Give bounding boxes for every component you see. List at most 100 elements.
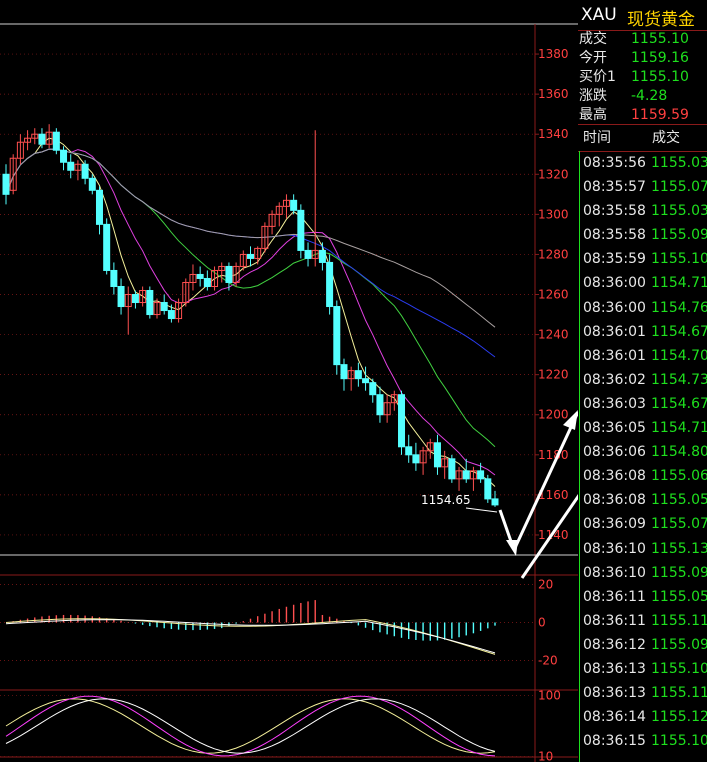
price-chart: 1380 1360 1340 1320 1300 1280 1260 1240 1220 1200…	[0, 23, 578, 762]
tick-row: 08:36:02 1154.73	[578, 368, 707, 392]
candle	[398, 394, 406, 448]
tick-time: 08:36:01	[583, 347, 646, 364]
candle	[304, 249, 312, 259]
tick-row: 08:36:13 1155.11	[578, 681, 707, 705]
ticks-header: 时间 成交	[578, 124, 707, 152]
tick-time: 08:36:10	[583, 564, 646, 581]
tick-row: 08:35:58 1155.03	[578, 199, 707, 223]
quote-value: 1159.16	[631, 50, 689, 66]
candle	[333, 306, 341, 366]
candle	[38, 133, 46, 145]
tick-row: 08:36:15 1155.10	[578, 729, 707, 753]
quote-value: 1155.10	[631, 69, 689, 85]
quote-label: 今开	[579, 50, 607, 66]
y-tick-label: 1280	[538, 247, 569, 261]
candle	[2, 173, 10, 195]
y-tick-label: 1380	[538, 47, 569, 61]
y-tick-label: -20	[538, 654, 558, 668]
tick-row: 08:36:01 1154.70	[578, 344, 707, 368]
candle	[369, 382, 377, 396]
candle	[88, 177, 96, 191]
quote-row: 今开 1159.16	[578, 49, 707, 68]
y-tick-label: 1200	[538, 408, 569, 422]
quote-row: 最高 1159.59	[578, 106, 707, 125]
tick-row: 08:35:57 1155.07	[578, 175, 707, 199]
y-tick-label: 0	[538, 616, 546, 630]
tick-row: 08:36:11 1155.05	[578, 585, 707, 609]
tick-price: 1155.09	[651, 636, 707, 653]
quote-row: 成交 1155.10	[578, 30, 707, 49]
candle	[362, 378, 370, 384]
quote-label: 最高	[579, 107, 607, 123]
tick-row: 08:36:10 1155.09	[578, 561, 707, 585]
y-tick-label: 1260	[538, 288, 569, 302]
moving-average-line	[5, 148, 496, 448]
arrowhead-3	[506, 540, 518, 556]
candle	[433, 442, 441, 468]
tick-row: 08:36:13 1155.10	[578, 657, 707, 681]
kdj-line	[5, 698, 496, 754]
quote-value: 1155.10	[631, 31, 689, 47]
tick-price: 1154.73	[651, 371, 707, 388]
candle	[60, 149, 68, 163]
candle	[462, 470, 470, 480]
tick-row: 08:36:14 1155.12	[578, 705, 707, 729]
tick-time: 08:36:03	[583, 395, 646, 412]
tick-price: 1155.12	[651, 709, 707, 726]
tick-price: 1154.71	[651, 420, 707, 437]
y-tick-label: 100	[538, 688, 561, 702]
candle	[484, 478, 492, 500]
candle	[146, 290, 154, 316]
tick-row: 08:36:08 1155.06	[578, 464, 707, 488]
candle	[196, 273, 204, 279]
moving-average-line	[5, 148, 496, 328]
tick-row: 08:36:00 1154.71	[578, 271, 707, 295]
y-tick-label: 1180	[538, 448, 569, 462]
tick-price: 1154.71	[651, 275, 707, 292]
tick-price: 1155.07	[651, 516, 707, 533]
ticks-price-header: 成交	[652, 130, 680, 146]
quote-panel: XAU 现货黄金 成交 1155.10 今开 1159.16 买价1 1155.10 涨跌 -…	[578, 0, 707, 762]
tick-price: 1155.11	[651, 685, 707, 702]
ticks-divider	[579, 151, 580, 762]
tick-price: 1155.10	[651, 660, 707, 677]
tick-price: 1155.06	[651, 468, 707, 485]
tick-time: 08:36:00	[583, 275, 646, 292]
candle	[297, 209, 305, 251]
tick-row: 08:35:59 1155.10	[578, 247, 707, 271]
price-annotation: 1154.65	[421, 493, 471, 507]
tick-price: 1155.09	[651, 227, 707, 244]
tick-row: 08:35:58 1155.09	[578, 223, 707, 247]
candle	[318, 249, 326, 263]
tick-time: 08:36:08	[583, 492, 646, 509]
tick-row: 08:36:10 1155.13	[578, 537, 707, 561]
candle	[67, 161, 75, 171]
tick-price: 1155.09	[651, 564, 707, 581]
kdj-line	[5, 698, 496, 754]
moving-average-line	[5, 137, 496, 487]
candle	[160, 302, 168, 312]
tick-row: 08:36:06 1154.80	[578, 440, 707, 464]
quote-label: 买价1	[579, 69, 616, 85]
tick-time: 08:36:00	[583, 299, 646, 316]
y-tick-label: 1320	[538, 167, 569, 181]
tick-price: 1154.67	[651, 395, 707, 412]
candle	[247, 253, 254, 259]
candle	[52, 131, 60, 151]
macd-dif-line	[5, 618, 496, 655]
tick-price: 1155.07	[651, 179, 707, 196]
symbol-header: XAU 现货黄金	[578, 0, 707, 31]
ticks-time-header: 时间	[583, 130, 611, 146]
tick-time: 08:36:02	[583, 371, 646, 388]
tick-price: 1154.70	[651, 347, 707, 364]
tick-price: 1155.03	[651, 203, 707, 220]
candle	[131, 294, 139, 304]
candle	[448, 458, 456, 480]
tick-price: 1154.76	[651, 299, 707, 316]
tick-time: 08:36:06	[583, 444, 646, 461]
candle	[225, 265, 233, 283]
ticks-list[interactable]: 08:35:56 1155.03 08:35:57 1155.07 08:35:58 11…	[578, 151, 707, 753]
tick-time: 08:36:05	[583, 420, 646, 437]
tick-row: 08:36:03 1154.67	[578, 392, 707, 416]
tick-time: 08:36:13	[583, 685, 646, 702]
